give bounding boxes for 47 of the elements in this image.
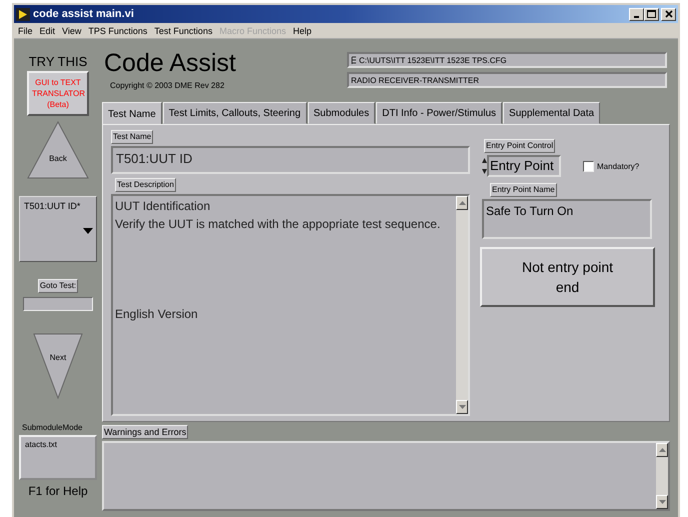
entry-point-name-field[interactable]: Safe To Turn On — [482, 199, 652, 239]
entry-point-name-label: Entry Point Name — [490, 183, 557, 197]
submodule-mode-label: SubmoduleMode — [22, 423, 82, 432]
test-selector[interactable]: T501:UUT ID* — [19, 196, 97, 262]
app-title: Code Assist — [104, 49, 236, 77]
next-button[interactable]: Next — [33, 333, 83, 399]
entry-point-field[interactable]: Entry Point — [487, 155, 561, 177]
path-icon — [351, 56, 357, 64]
minimize-button[interactable] — [629, 8, 644, 20]
uut-name-field[interactable]: RADIO RECEIVER-TRANSMITTER — [347, 72, 667, 88]
mandatory-checkbox[interactable] — [583, 160, 594, 172]
app-icon — [16, 8, 30, 20]
scroll-down-icon — [658, 500, 666, 504]
tab[interactable]: Submodules — [308, 102, 376, 124]
goto-test-label: Goto Test: — [38, 279, 78, 293]
test-name-field[interactable]: T501:UUT ID — [111, 146, 470, 174]
menu-item[interactable]: Test Functions — [154, 26, 212, 36]
menu-item[interactable]: File — [18, 26, 33, 36]
entry-point-control-label: Entry Point Control — [484, 139, 556, 153]
menu-item[interactable]: Edit — [40, 26, 56, 36]
close-button[interactable] — [661, 8, 676, 20]
dropdown-arrow-icon — [83, 228, 93, 234]
copyright-text: Copyright © 2003 DME Rev 282 — [110, 81, 226, 90]
scrollbar[interactable] — [656, 443, 668, 509]
goto-test-field[interactable] — [23, 297, 93, 311]
back-button[interactable]: Back — [27, 121, 89, 179]
warnings-label: Warnings and Errors — [102, 425, 188, 439]
tab[interactable]: DTI Info - Power/Stimulus — [376, 102, 502, 124]
test-name-label: Test Name — [111, 130, 154, 144]
scroll-up-icon — [658, 448, 666, 452]
submodule-mode-field[interactable]: atacts.txt — [19, 435, 97, 480]
menu-item[interactable]: View — [62, 26, 82, 36]
tab[interactable]: Test Limits, Callouts, Steering — [162, 102, 307, 124]
menu-item[interactable]: Help — [292, 26, 312, 36]
tab[interactable]: Supplemental Data — [503, 102, 600, 124]
try-this-label: TRY THIS — [28, 54, 88, 69]
mandatory-label: Mandatory? — [597, 162, 640, 170]
help-hint: F1 for Help — [28, 484, 88, 498]
maximize-button[interactable] — [644, 8, 659, 20]
maximize-icon — [647, 10, 656, 18]
tab[interactable]: Test Name — [102, 102, 162, 126]
test-description-label: Test Description — [115, 178, 176, 192]
window-title: code assist main.vi — [33, 8, 134, 20]
menu-item[interactable]: TPS Functions — [88, 26, 148, 36]
close-icon — [664, 10, 672, 18]
config-path-field[interactable]: C:\UUTS\ITT 1523E\ITT 1523E TPS.CFG — [347, 52, 667, 68]
entry-point-end-button[interactable]: Not entry point end — [480, 247, 655, 307]
